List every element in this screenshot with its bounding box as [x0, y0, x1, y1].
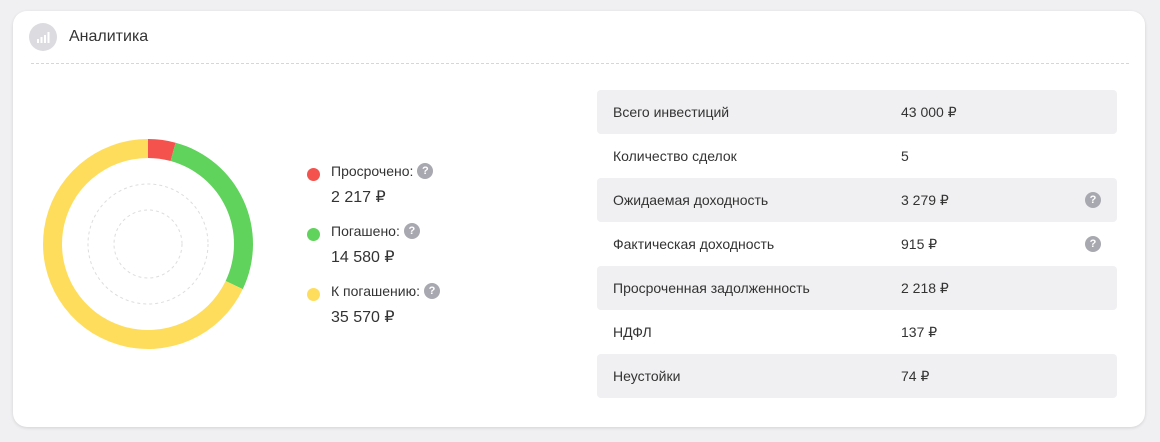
stat-label: Количество сделок	[613, 148, 737, 164]
legend-item: Погашено:? 14 580 ₽	[307, 223, 440, 283]
stat-value: 137 ₽	[901, 323, 938, 340]
legend-item: Просрочено:? 2 217 ₽	[307, 163, 440, 223]
legend-value: 2 217 ₽	[331, 189, 386, 206]
stats-row: Неустойки 74 ₽	[597, 354, 1117, 398]
stat-label: Неустойки	[613, 368, 681, 384]
stat-value: 2 218 ₽	[901, 279, 949, 296]
stat-value: 74 ₽	[901, 367, 930, 384]
help-icon[interactable]: ?	[417, 163, 434, 179]
legend-color-dot	[307, 288, 320, 301]
stat-label: Фактическая доходность	[613, 236, 775, 252]
donut-slice-2[interactable]	[170, 142, 253, 290]
legend-color-dot	[307, 228, 320, 241]
divider	[31, 63, 1129, 64]
stats-row: Количество сделок 5	[597, 134, 1117, 178]
legend-item: К погашению:? 35 570 ₽	[307, 283, 440, 343]
chart-legend: Просрочено:? 2 217 ₽ Погашено:? 14 580 ₽…	[307, 163, 440, 343]
help-icon[interactable]: ?	[403, 223, 420, 239]
analytics-card: Аналитика Просрочено:? 2 217 ₽ Погашено:…	[13, 11, 1145, 427]
stat-label: Ожидаемая доходность	[613, 192, 769, 208]
help-icon[interactable]: ?	[423, 283, 440, 299]
stat-value: 5	[901, 148, 909, 164]
stat-value: 43 000 ₽	[901, 103, 957, 120]
stats-row: Фактическая доходность 915 ₽ ?	[597, 222, 1117, 266]
help-icon[interactable]: ?	[1085, 236, 1101, 252]
card-title: Аналитика	[69, 28, 149, 45]
stat-value: 915 ₽	[901, 235, 938, 252]
bar-chart-icon	[29, 23, 57, 51]
legend-label: Погашено:	[331, 223, 400, 239]
stats-row: Ожидаемая доходность 3 279 ₽ ?	[597, 178, 1117, 222]
legend-value: 14 580 ₽	[331, 249, 395, 266]
stat-value: 3 279 ₽	[901, 191, 949, 208]
stat-label: Просроченная задолженность	[613, 280, 810, 296]
stats-row: НДФЛ 137 ₽	[597, 310, 1117, 354]
legend-label: Просрочено:	[331, 163, 414, 179]
inner-dashed-ring	[87, 183, 209, 305]
donut-slice-1[interactable]	[148, 139, 176, 162]
legend-color-dot	[307, 168, 320, 181]
stats-row: Просроченная задолженность 2 218 ₽	[597, 266, 1117, 310]
donut-chart	[43, 139, 253, 349]
card-header: Аналитика	[29, 23, 148, 51]
stats-row: Всего инвестиций 43 000 ₽	[597, 90, 1117, 134]
legend-label: К погашению:	[331, 283, 420, 299]
stats-table: Всего инвестиций 43 000 ₽ Количество сде…	[597, 90, 1117, 398]
stat-label: НДФЛ	[613, 324, 652, 340]
help-icon[interactable]: ?	[1085, 192, 1101, 208]
inner-dashed-ring	[113, 209, 183, 279]
legend-value: 35 570 ₽	[331, 309, 395, 326]
stat-label: Всего инвестиций	[613, 104, 730, 120]
